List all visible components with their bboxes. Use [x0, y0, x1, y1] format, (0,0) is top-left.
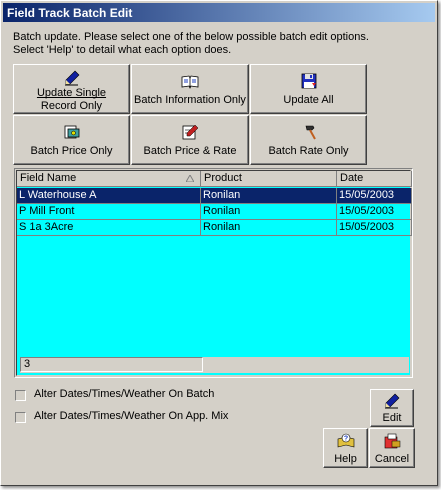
batch-information-label: Batch Information Only: [134, 94, 246, 106]
alter-on-batch-label: Alter Dates/Times/Weather On Batch: [34, 388, 215, 400]
column-header-field-name[interactable]: Field Name: [17, 171, 201, 187]
hammer-icon: [305, 125, 316, 140]
grid-footer: 3: [20, 357, 409, 373]
batch-price-rate-label: Batch Price & Rate: [143, 145, 237, 157]
field-grid-body[interactable]: Field Name Product Date L Waterhouse A R…: [16, 170, 412, 376]
update-single-label-1: Update Single: [36, 87, 107, 99]
floppy-disk-icon: [301, 73, 316, 89]
cancel-icon: [384, 433, 401, 449]
batch-rate-only-button[interactable]: Batch Rate Only: [250, 115, 367, 165]
batch-rate-label: Batch Rate Only: [268, 145, 349, 157]
table-row[interactable]: S 1a 3Acre Ronilan 15/05/2003: [17, 220, 412, 236]
cell-date[interactable]: 15/05/2003: [337, 220, 412, 236]
svg-text:?: ?: [343, 436, 347, 443]
update-single-label-2: Record Only: [40, 100, 103, 112]
pen-icon: [64, 70, 79, 86]
table-row[interactable]: P Mill Front Ronilan 15/05/2003: [17, 204, 412, 220]
table-row[interactable]: L Waterhouse A Ronilan 15/05/2003: [17, 188, 412, 204]
help-button[interactable]: ? Help: [323, 428, 368, 468]
edit-button[interactable]: Edit: [370, 389, 414, 427]
column-header-product[interactable]: Product: [201, 171, 337, 187]
update-all-button[interactable]: Update All: [250, 64, 367, 114]
help-icon: ?: [337, 433, 354, 448]
column-header-date[interactable]: Date: [337, 171, 412, 187]
batch-information-only-button[interactable]: Batch Information Only: [131, 64, 249, 114]
alter-on-mix-checkbox[interactable]: [15, 412, 26, 423]
cancel-button[interactable]: Cancel: [369, 428, 415, 468]
update-all-label: Update All: [283, 94, 334, 106]
cell-field-name[interactable]: S 1a 3Acre: [17, 220, 201, 236]
title-bar[interactable]: Field Track Batch Edit: [3, 3, 435, 22]
cell-product[interactable]: Ronilan: [201, 220, 337, 236]
cell-field-name[interactable]: L Waterhouse A: [17, 188, 201, 204]
batch-price-and-rate-button[interactable]: Batch Price & Rate: [131, 115, 249, 165]
column-header-label: Product: [204, 172, 242, 184]
edit-label: Edit: [382, 412, 402, 424]
cell-date[interactable]: 15/05/2003: [337, 188, 412, 204]
cell-date[interactable]: 15/05/2003: [337, 204, 412, 220]
batch-price-label: Batch Price Only: [30, 145, 113, 157]
intro-line-2: Select 'Help' to detail what each option…: [13, 44, 232, 56]
intro-text: Batch update. Please select one of the b…: [13, 31, 433, 57]
intro-line-1: Batch update. Please select one of the b…: [13, 31, 369, 43]
cancel-label: Cancel: [374, 453, 410, 465]
batch-price-only-button[interactable]: Batch Price Only: [13, 115, 130, 165]
column-header-label: Field Name: [20, 172, 77, 184]
batch-edit-window: Field Track Batch Edit Batch update. Ple…: [0, 0, 438, 486]
alter-on-batch-checkbox[interactable]: [15, 390, 26, 401]
open-book-icon: [181, 75, 199, 89]
price-document-icon: [64, 125, 79, 139]
sort-asc-icon: [186, 175, 194, 182]
edit-document-icon: [182, 124, 199, 140]
pen-icon: [385, 393, 400, 409]
field-grid[interactable]: Field Name Product Date L Waterhouse A R…: [14, 168, 413, 378]
record-count: 3: [20, 357, 203, 372]
window-title: Field Track Batch Edit: [7, 6, 133, 20]
alter-on-mix-label: Alter Dates/Times/Weather On App. Mix: [34, 410, 229, 422]
cell-product[interactable]: Ronilan: [201, 204, 337, 220]
cell-field-name[interactable]: P Mill Front: [17, 204, 201, 220]
cell-product[interactable]: Ronilan: [201, 188, 337, 204]
help-label: Help: [334, 453, 357, 465]
update-single-record-button[interactable]: Update Single Record Only: [13, 64, 130, 114]
column-header-label: Date: [340, 172, 364, 184]
